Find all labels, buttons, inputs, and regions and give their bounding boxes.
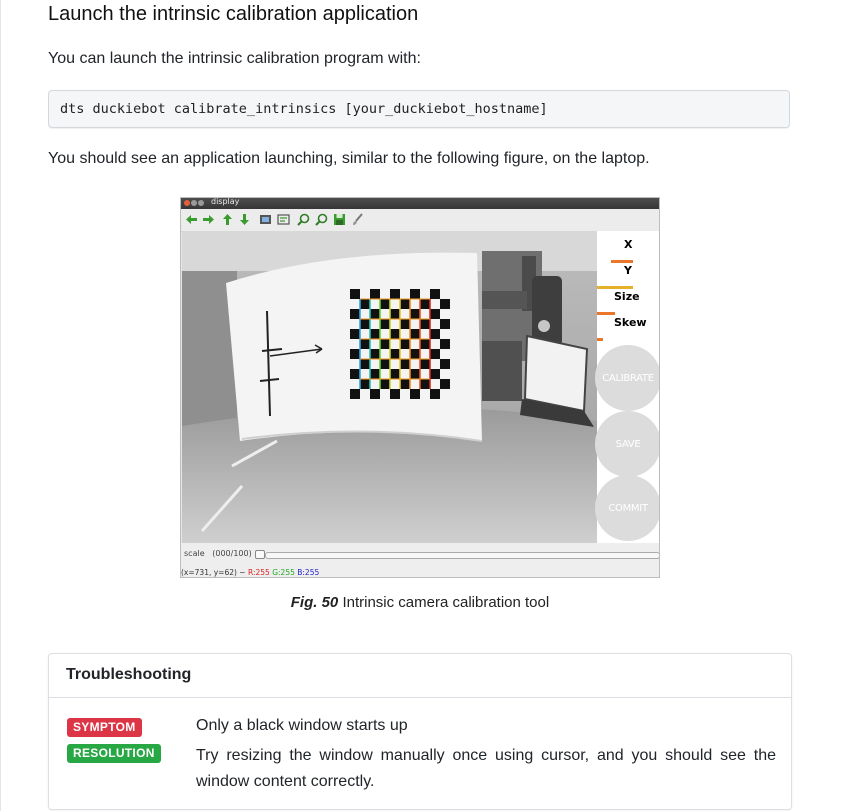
section-heading: Launch the intrinsic calibration applica… (48, 3, 419, 25)
resolution-text: Try resizing the window manually once us… (196, 747, 776, 790)
symptom-badge: SYMPTOM (67, 718, 142, 737)
x-progress-bar (611, 260, 633, 263)
scale-label: scale (000/100) (184, 549, 252, 558)
window-close-icon (184, 200, 190, 206)
window-title: display (211, 197, 240, 206)
after-command-paragraph: You should see an application launching,… (48, 150, 650, 167)
intro-paragraph: You can launch the intrinsic calibration… (48, 50, 421, 67)
pixel-green: G:255 (272, 568, 295, 577)
calibration-side-panel: X Y Size Skew CALIBRATE SAVE COMMIT (595, 231, 659, 543)
camera-view (182, 231, 597, 543)
commit-button[interactable]: COMMIT (595, 475, 659, 541)
resolution-badge: RESOLUTION (67, 744, 161, 763)
window-maximize-icon (198, 200, 204, 206)
calibrate-button[interactable]: CALIBRATE (595, 345, 659, 411)
save-image-icon (260, 215, 271, 224)
arrow-right-icon (203, 215, 214, 224)
arrow-left-icon (186, 215, 197, 224)
figure-number: Fig. 50 (290, 594, 339, 611)
window-minimize-icon (191, 200, 197, 206)
properties-icon (277, 214, 290, 225)
scale-slider-handle[interactable] (255, 550, 265, 559)
pixel-coords: (x=731, y=62) ~ (181, 568, 248, 577)
figure-caption-text: Intrinsic camera calibration tool (338, 594, 550, 611)
x-label: X (624, 238, 633, 251)
calibration-app-window: display X Y Size Skew CALIBRATE SAVE COM… (180, 197, 660, 578)
pixel-blue: B:255 (297, 568, 320, 577)
arrow-down-icon (240, 214, 249, 225)
skew-progress-bar (597, 338, 603, 341)
y-progress-bar (597, 286, 633, 289)
figure-caption: Fig. 50 Intrinsic camera calibration too… (48, 594, 792, 611)
save-button[interactable]: SAVE (595, 411, 659, 477)
skew-label: Skew (614, 316, 647, 329)
window-toolbar (181, 209, 659, 232)
scale-slider[interactable] (265, 552, 659, 559)
zoom-in-icon (297, 213, 310, 226)
y-label: Y (624, 264, 632, 277)
size-progress-bar (597, 312, 615, 315)
pixel-red: R:255 (247, 568, 270, 577)
window-status-bar: scale (000/100) (x=731, y=62) ~ R:255 G:… (181, 543, 659, 577)
window-title-bar: display (181, 198, 659, 209)
size-label: Size (614, 290, 640, 303)
arrow-up-icon (223, 214, 232, 225)
command-code[interactable]: dts duckiebot calibrate_intrinsics [your… (60, 101, 548, 117)
left-border (0, 0, 1, 811)
pixel-readout: (x=731, y=62) ~ R:255 G:255 B:255 (181, 568, 319, 577)
symptom-text: Only a black window starts up (196, 717, 408, 734)
troubleshooting-title: Troubleshooting (66, 666, 192, 683)
troubleshooting-header: Troubleshooting (49, 654, 791, 698)
troubleshooting-card: Troubleshooting SYMPTOM Only a black win… (48, 653, 792, 810)
zoom-out-icon (315, 213, 328, 226)
save-icon (334, 214, 345, 225)
brush-icon (353, 213, 363, 225)
code-block[interactable]: dts duckiebot calibrate_intrinsics [your… (48, 90, 790, 128)
